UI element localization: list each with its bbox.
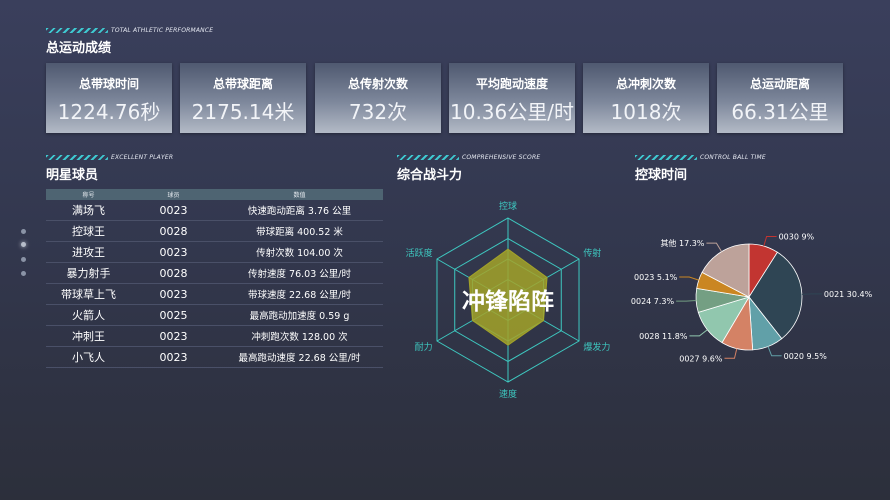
table-row: 冲刺王 0023 冲刺跑次数 128.00 次: [46, 325, 383, 347]
column-header: 球员: [131, 189, 216, 200]
player-stat: 传射次数 104.00 次: [216, 241, 383, 263]
column-header: 称号: [46, 189, 131, 200]
pie-slice-label: 其他 17.3%: [660, 238, 704, 248]
kpi-value: 2175.14米: [191, 100, 295, 124]
kpi-value: 66.31公里: [731, 100, 829, 124]
pie-leader-line: [676, 299, 697, 302]
radar-axis-label: 控球: [499, 200, 517, 212]
player-number: 0023: [131, 283, 216, 305]
player-stat: 最高跑动速度 22.68 公里/时: [216, 346, 383, 368]
player-title: 满场飞: [46, 200, 131, 221]
kpi-card: 总冲刺次数 1018次: [583, 63, 709, 133]
stripe-decoration: [46, 155, 108, 160]
kpi-value: 10.36公里/时: [450, 100, 574, 124]
nav-dot[interactable]: [21, 271, 26, 276]
pie-leader-line: [763, 236, 777, 247]
radar-axis-label: 速度: [499, 388, 517, 400]
pie-slice-label: 0023 5.1%: [634, 273, 678, 282]
stripe-decoration: [397, 155, 459, 160]
pie-chart: 0030 9% 0021 30.4% 0020 9.5% 0027 9.6% 0028 …: [631, 233, 873, 364]
player-stat: 快速跑动距离 3.76 公里: [216, 200, 383, 221]
kpi-card: 总带球距离 2175.14米: [180, 63, 306, 133]
table-row: 小飞人 0023 最高跑动速度 22.68 公里/时: [46, 346, 383, 368]
kpi-card: 总传射次数 732次: [315, 63, 441, 133]
overview-subtitle: TOTAL ATHLETIC PERFORMANCE: [46, 27, 213, 34]
player-title: 带球草上飞: [46, 283, 131, 305]
player-title: 进攻王: [46, 241, 131, 263]
pie-title: 控球时间: [635, 168, 688, 183]
kpi-card: 总运动距离 66.31公里: [717, 63, 843, 133]
radar-axis-label: 传射: [583, 247, 601, 259]
player-number: 0023: [131, 241, 216, 263]
kpi-label: 平均跑动速度: [475, 77, 548, 91]
pie-slice-label: 0021 30.4%: [824, 290, 873, 299]
pie-slice-label: 0028 11.8%: [639, 332, 688, 341]
pie-leader-line: [801, 293, 822, 295]
player-stat: 冲刺跑次数 128.00 次: [216, 325, 383, 347]
players-subtitle: EXCELLENT PLAYER: [46, 154, 173, 161]
table-header-row: 称号 球员 数值: [46, 189, 383, 200]
kpi-label: 总传射次数: [347, 77, 408, 91]
players-title: 明星球员: [46, 168, 99, 183]
kpi-card: 总带球时间 1224.76秒: [46, 63, 172, 133]
nav-dot-active[interactable]: [21, 242, 26, 247]
players-table: 称号 球员 数值 满场飞 0023 快速跑动距离 3.76 公里 控球王 002…: [46, 189, 383, 368]
radar-subtitle: COMPREHENSIVE SCORE: [397, 154, 540, 161]
kpi-label: 总带球距离: [212, 77, 273, 91]
pie-slice-label: 0030 9%: [779, 233, 815, 242]
player-stat: 带球距离 400.52 米: [216, 220, 383, 242]
pie-subtitle: CONTROL BALL TIME: [635, 154, 766, 161]
column-header: 数值: [216, 189, 383, 200]
radar-axis-label: 爆发力: [583, 341, 610, 353]
radar-axis-label: 活跃度: [406, 247, 433, 259]
table-row: 带球草上飞 0023 带球速度 22.68 公里/时: [46, 283, 383, 305]
player-number: 0023: [131, 325, 216, 347]
player-title: 控球王: [46, 220, 131, 242]
table-row: 暴力射手 0028 传射速度 76.03 公里/时: [46, 262, 383, 284]
radar-chart: 控球传射爆发力速度 耐力 活跃度冲锋陷阵: [406, 200, 611, 400]
player-number: 0023: [131, 200, 216, 221]
pie-leader-line: [767, 346, 782, 357]
nav-dot[interactable]: [21, 229, 26, 234]
player-stat: 带球速度 22.68 公里/时: [216, 283, 383, 305]
table-row: 进攻王 0023 传射次数 104.00 次: [46, 241, 383, 263]
pie-leader-line: [724, 348, 738, 359]
pie-leader-line: [679, 276, 699, 281]
player-title: 火箭人: [46, 304, 131, 326]
pie-slice-label: 0024 7.3%: [631, 297, 675, 306]
radar-axis-label: 耐力: [415, 341, 433, 353]
overview-title: 总运动成绩: [46, 41, 112, 56]
kpi-value: 1224.76秒: [57, 100, 161, 124]
pie-slice-label: 0027 9.6%: [679, 354, 723, 363]
kpi-card: 平均跑动速度 10.36公里/时: [449, 63, 575, 133]
kpi-label: 总带球时间: [78, 77, 139, 91]
kpi-label: 总运动距离: [749, 77, 810, 91]
kpi-value: 1018次: [610, 100, 682, 124]
table-row: 火箭人 0025 最高跑动加速度 0.59 g: [46, 304, 383, 326]
player-title: 冲刺王: [46, 325, 131, 347]
radar-center-label: 冲锋陷阵: [462, 288, 554, 315]
player-stat: 传射速度 76.03 公里/时: [216, 262, 383, 284]
player-title: 小飞人: [46, 346, 131, 368]
kpi-value: 732次: [348, 100, 408, 124]
player-stat: 最高跑动加速度 0.59 g: [216, 304, 383, 326]
pie-slice-label: 0020 9.5%: [784, 352, 828, 361]
player-number: 0028: [131, 220, 216, 242]
player-number: 0023: [131, 346, 216, 368]
stripe-decoration: [46, 28, 108, 33]
player-number: 0025: [131, 304, 216, 326]
player-title: 暴力射手: [46, 262, 131, 284]
stripe-decoration: [635, 155, 697, 160]
pie-leader-line: [706, 242, 723, 252]
kpi-label: 总冲刺次数: [615, 77, 676, 91]
table-row: 满场飞 0023 快速跑动距离 3.76 公里: [46, 200, 383, 221]
player-number: 0028: [131, 262, 216, 284]
pie-leader-line: [689, 329, 708, 337]
nav-dot[interactable]: [21, 257, 26, 262]
table-row: 控球王 0028 带球距离 400.52 米: [46, 220, 383, 242]
radar-title: 综合战斗力: [397, 168, 463, 183]
